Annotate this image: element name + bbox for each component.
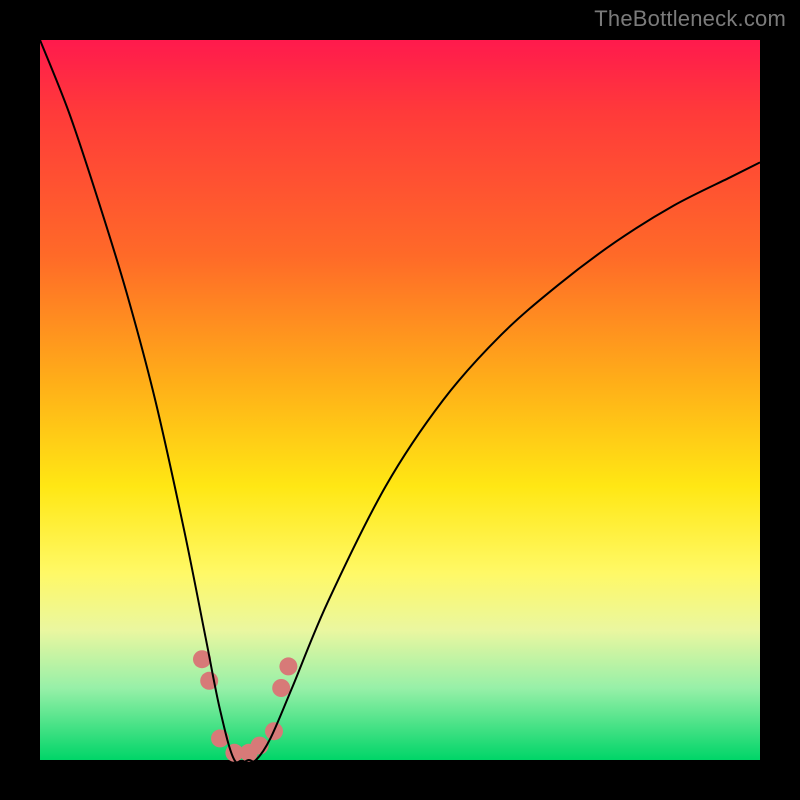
curve-svg	[40, 40, 760, 760]
watermark-text: TheBottleneck.com	[594, 6, 786, 32]
bottleneck-curve	[40, 40, 760, 764]
plot-area	[40, 40, 760, 760]
data-marker	[279, 657, 297, 675]
data-marker	[272, 679, 290, 697]
chart-frame: TheBottleneck.com	[0, 0, 800, 800]
data-markers	[193, 650, 297, 762]
